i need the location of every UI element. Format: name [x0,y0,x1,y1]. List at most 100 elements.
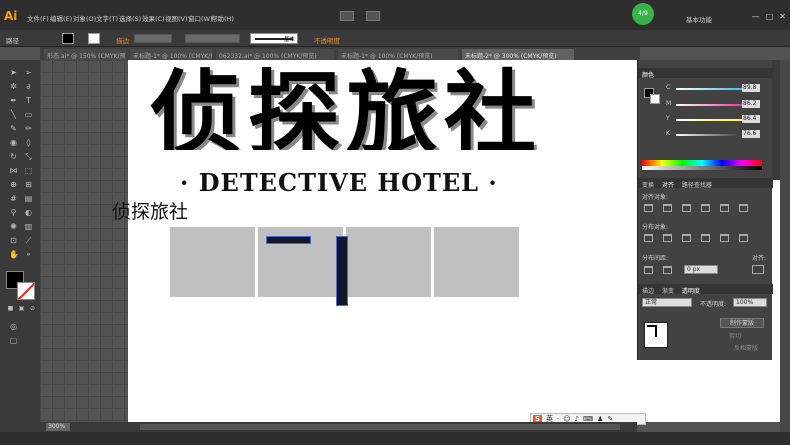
eyedropper-tool-icon[interactable]: ⚲ [9,208,18,217]
direct-selection-tool-icon[interactable]: ➢ [24,68,33,77]
align-to-key-object-icon[interactable] [752,265,764,274]
drawing-mode-icon[interactable]: ◎ [9,322,18,331]
distribute-center-v-icon[interactable] [663,234,672,242]
tab-doc-1[interactable]: 形态.ai* @ 150% (CMYK/预览) [44,49,126,60]
horizontal-scrollbar[interactable] [140,424,620,430]
line-tool-icon[interactable]: ╲ [9,110,18,119]
tab-doc-4[interactable]: 未标题-1* @ 100% (CMYK/预览) [338,49,458,60]
vertical-spacing-icon[interactable] [644,266,653,274]
opacity-label[interactable]: 不透明度 [314,35,340,45]
distribute-center-h-icon[interactable] [720,234,729,242]
stroke-color-swatch[interactable] [17,282,35,300]
menu-file[interactable]: 文件(F) [27,13,50,23]
yellow-value[interactable]: 86.4 [742,115,760,123]
fill-swatch[interactable] [62,33,74,44]
symbol-sprayer-tool-icon[interactable]: ✺ [9,222,18,231]
invert-mask-checkbox[interactable]: 反相蒙版 [726,344,766,354]
gray-box-4[interactable] [434,227,519,297]
slice-tool-icon[interactable]: ⟋ [24,236,33,245]
menu-help[interactable]: 帮助(H) [211,13,234,23]
perspective-grid-tool-icon[interactable]: ⊞ [24,180,33,189]
stroke-weight-field[interactable] [134,34,172,43]
align-left-icon[interactable] [644,204,653,212]
artboard-tool-icon[interactable]: ⊡ [9,236,18,245]
menu-edit[interactable]: 编辑(E) [50,13,73,23]
panel-dock[interactable] [772,60,780,180]
clip-checkbox[interactable]: 剪切 [720,332,750,342]
menu-view[interactable]: 视图(V) [165,13,188,23]
width-tool-icon[interactable]: ⋈ [9,166,18,175]
align-bottom-icon[interactable] [739,204,748,212]
shape-builder-tool-icon[interactable]: ⊕ [9,180,18,189]
blend-tool-icon[interactable]: ◐ [24,208,33,217]
tab-pathfinder[interactable]: 路径查找器 [682,180,712,189]
rotate-tool-icon[interactable]: ↻ [9,152,18,161]
magic-wand-tool-icon[interactable]: ✲ [9,82,18,91]
menu-effect[interactable]: 效果(C) [142,13,165,23]
pencil-tool-icon[interactable]: ✏ [24,124,33,133]
distribute-top-icon[interactable] [644,234,653,242]
selection-tool-icon[interactable]: ➤ [9,68,18,77]
english-title-text[interactable]: · DETECTIVE HOTEL · [180,168,498,197]
blob-brush-tool-icon[interactable]: ◉ [9,138,18,147]
big-title-artwork[interactable]: 侦探旅社 [150,60,540,150]
color-stroke-preview[interactable] [650,94,660,104]
bridge-icon[interactable] [340,11,354,21]
distribute-left-icon[interactable] [701,234,710,242]
screen-mode-icon[interactable]: ▢ [9,336,18,345]
gray-box-3[interactable] [346,227,431,297]
tab-doc-3[interactable]: 062332.ai* @ 100% (CMYK/预览) [216,49,334,60]
menu-window[interactable]: 窗口(W) [188,13,213,23]
column-graph-tool-icon[interactable]: ▥ [24,222,33,231]
tab-stroke[interactable]: 描边 [642,286,654,295]
paintbrush-tool-icon[interactable]: ✎ [9,124,18,133]
menu-type[interactable]: 文字(T) [96,13,119,23]
small-title-text[interactable]: 侦探旅社 [112,197,188,224]
eraser-tool-icon[interactable]: ◊ [24,138,33,147]
vertical-scrollbar[interactable] [780,60,790,432]
menu-object[interactable]: 对象(O) [73,13,96,23]
align-center-h-icon[interactable] [663,204,672,212]
distribute-right-icon[interactable] [739,234,748,242]
align-center-v-icon[interactable] [720,204,729,212]
cyan-value[interactable]: 89.8 [742,84,760,92]
zoom-tool-icon[interactable]: ⚬ [24,250,33,259]
pen-tool-icon[interactable]: ✒ [9,96,18,105]
align-top-icon[interactable] [701,204,710,212]
horizontal-bar-shape[interactable] [266,236,311,244]
gray-box-1[interactable] [170,227,255,297]
horizontal-spacing-icon[interactable] [663,266,672,274]
blend-mode-select[interactable]: 正常 [642,298,692,307]
tab-doc-5[interactable]: 未标题-2* @ 300% (CMYK/预览) [462,49,574,60]
hand-tool-icon[interactable]: ✋ [9,250,19,259]
minimize-button[interactable]: — [752,12,760,21]
notification-badge[interactable]: 4/9 [632,3,654,25]
menu-select[interactable]: 选择(S) [119,13,142,23]
distribute-bottom-icon[interactable] [682,234,691,242]
stroke-label[interactable]: 描边 [116,35,129,45]
arrange-documents-icon[interactable] [366,11,380,21]
workspace-switcher[interactable]: 基本功能 [686,14,712,24]
zoom-level-field[interactable]: 300% [46,423,70,431]
tab-color[interactable]: 颜色 [642,70,654,79]
align-right-icon[interactable] [682,204,691,212]
scale-tool-icon[interactable]: ⤡ [24,152,33,161]
tab-transform[interactable]: 变换 [642,180,654,189]
maximize-button[interactable]: □ [766,12,774,21]
rectangle-tool-icon[interactable]: ▭ [24,110,33,119]
make-mask-button[interactable]: 制作蒙版 [720,318,764,328]
gradient-tool-icon[interactable]: ▤ [24,194,33,203]
tab-doc-2[interactable]: 未标题-1* @ 100% (CMYK/预览) [130,49,212,60]
tab-transparency[interactable]: 透明度 [682,286,700,295]
tab-gradient[interactable]: 渐变 [662,286,674,295]
tab-align[interactable]: 对齐 [662,180,674,189]
color-spectrum[interactable] [642,160,762,170]
close-button[interactable]: ✕ [779,12,786,21]
gradient-mode-icon[interactable]: ▣ [17,304,26,313]
color-mode-icon[interactable]: ■ [6,304,15,313]
none-mode-icon[interactable]: ⊘ [28,304,37,313]
transparency-opacity-field[interactable]: 100% [733,298,767,307]
type-tool-icon[interactable]: T [24,96,33,105]
spacing-value-field[interactable]: 0 px [684,265,718,274]
stroke-swatch[interactable] [88,33,100,44]
